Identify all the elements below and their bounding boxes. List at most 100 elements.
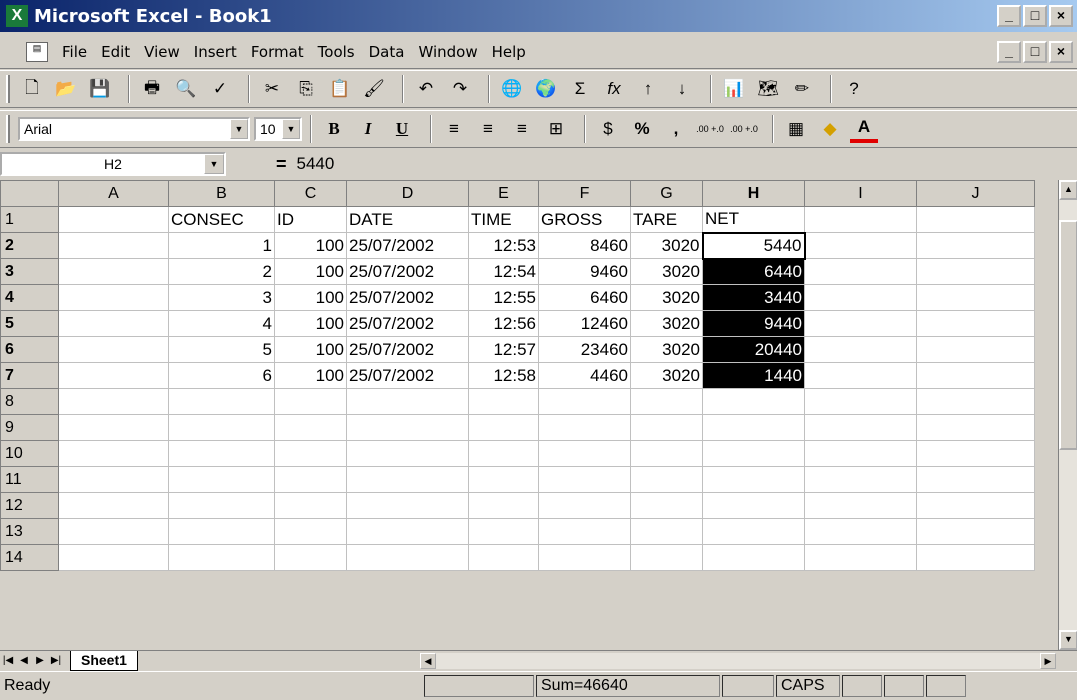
cell[interactable] — [168, 440, 275, 467]
cell[interactable]: 25/07/2002 — [346, 362, 469, 389]
row-header[interactable]: 7 — [0, 362, 59, 389]
cell[interactable] — [702, 440, 805, 467]
cell[interactable] — [630, 518, 703, 545]
cell[interactable] — [58, 336, 169, 363]
cell[interactable] — [804, 466, 917, 493]
maximize-button[interactable]: □ — [1023, 5, 1047, 27]
print-preview-icon[interactable]: 🔍 — [172, 75, 200, 103]
cell[interactable]: 25/07/2002 — [346, 336, 469, 363]
cell[interactable]: 4460 — [538, 362, 631, 389]
selected-cell[interactable]: 1440 — [702, 362, 805, 389]
cell[interactable] — [630, 544, 703, 571]
cell[interactable] — [804, 518, 917, 545]
font-size-select[interactable]: 10 ▼ — [254, 117, 302, 141]
cell[interactable] — [58, 310, 169, 337]
cell[interactable] — [468, 466, 539, 493]
cell[interactable]: 100 — [274, 258, 347, 285]
cell[interactable]: 3020 — [630, 284, 703, 311]
active-cell[interactable]: 5440 — [701, 231, 806, 260]
select-all-corner[interactable] — [0, 180, 59, 207]
cell[interactable] — [58, 388, 169, 415]
increase-decimal-button[interactable]: .00 +.0 — [696, 115, 724, 143]
horizontal-scrollbar[interactable]: ◀ ▶ — [420, 653, 1056, 669]
cell[interactable] — [804, 284, 917, 311]
selected-cell[interactable]: 6440 — [702, 258, 805, 285]
cell[interactable] — [804, 414, 917, 441]
first-sheet-icon[interactable]: |◀ — [0, 652, 16, 670]
row-header[interactable]: 1 — [0, 206, 59, 233]
cell[interactable] — [346, 466, 469, 493]
bold-button[interactable]: B — [320, 115, 348, 143]
cell[interactable]: 3020 — [630, 362, 703, 389]
function-icon[interactable]: fx — [600, 75, 628, 103]
menu-tools[interactable]: Tools — [318, 43, 355, 61]
cell[interactable]: 100 — [274, 336, 347, 363]
cell[interactable] — [804, 232, 917, 259]
cell[interactable] — [58, 466, 169, 493]
row-header[interactable]: 4 — [0, 284, 59, 311]
drawing-icon[interactable]: ✏ — [788, 75, 816, 103]
column-header-c[interactable]: C — [274, 180, 347, 207]
cell[interactable] — [916, 544, 1035, 571]
autosum-icon[interactable]: Σ — [566, 75, 594, 103]
cell[interactable] — [702, 414, 805, 441]
cell[interactable] — [630, 414, 703, 441]
save-icon[interactable]: 💾 — [86, 75, 114, 103]
column-header-e[interactable]: E — [468, 180, 539, 207]
scroll-left-icon[interactable]: ◀ — [420, 653, 436, 669]
cell[interactable] — [804, 492, 917, 519]
new-icon[interactable]: 🗋 — [18, 75, 46, 103]
cell[interactable] — [168, 544, 275, 571]
cell[interactable] — [916, 362, 1035, 389]
italic-button[interactable]: I — [354, 115, 382, 143]
map-icon[interactable]: 🗺 — [754, 75, 782, 103]
column-header-a[interactable]: A — [58, 180, 169, 207]
align-center-icon[interactable]: ≡ — [474, 115, 502, 143]
cell[interactable]: TIME — [468, 206, 539, 233]
cell[interactable] — [274, 414, 347, 441]
row-header[interactable]: 9 — [0, 414, 59, 441]
cell[interactable] — [274, 544, 347, 571]
cell[interactable] — [916, 492, 1035, 519]
copy-icon[interactable]: ⎘ — [292, 75, 320, 103]
cell[interactable] — [916, 206, 1035, 233]
close-button[interactable]: × — [1049, 5, 1073, 27]
cell[interactable] — [804, 336, 917, 363]
row-header[interactable]: 2 — [0, 232, 59, 259]
cell[interactable]: 25/07/2002 — [346, 284, 469, 311]
cell[interactable]: 5 — [168, 336, 275, 363]
cell[interactable] — [274, 440, 347, 467]
cell[interactable] — [804, 258, 917, 285]
cell[interactable]: 12:56 — [468, 310, 539, 337]
menu-edit[interactable]: Edit — [101, 43, 130, 61]
column-header-j[interactable]: J — [916, 180, 1035, 207]
cell[interactable] — [630, 466, 703, 493]
underline-button[interactable]: U — [388, 115, 416, 143]
cell[interactable] — [538, 492, 631, 519]
cell[interactable] — [274, 388, 347, 415]
row-header[interactable]: 3 — [0, 258, 59, 285]
cell[interactable] — [168, 518, 275, 545]
cell[interactable] — [630, 440, 703, 467]
undo-icon[interactable]: ↶ — [412, 75, 440, 103]
toolbar-grip[interactable] — [6, 75, 10, 103]
chevron-down-icon[interactable]: ▼ — [230, 119, 248, 139]
menu-data[interactable]: Data — [369, 43, 405, 61]
cell[interactable] — [58, 414, 169, 441]
sort-ascending-icon[interactable]: ↑ — [634, 75, 662, 103]
cell[interactable] — [168, 492, 275, 519]
cell[interactable]: 12460 — [538, 310, 631, 337]
selected-cell[interactable]: 20440 — [702, 336, 805, 363]
fill-color-icon[interactable]: ◆ — [816, 115, 844, 143]
formula-input[interactable]: 5440 — [297, 154, 335, 174]
cell[interactable]: 100 — [274, 232, 347, 259]
cell[interactable]: 12:54 — [468, 258, 539, 285]
cell[interactable] — [168, 388, 275, 415]
font-color-button[interactable]: A — [850, 115, 878, 143]
cell[interactable] — [804, 544, 917, 571]
column-header-g[interactable]: G — [630, 180, 703, 207]
cell[interactable] — [274, 492, 347, 519]
cell[interactable]: 3020 — [630, 258, 703, 285]
cell[interactable] — [916, 258, 1035, 285]
cell[interactable] — [274, 518, 347, 545]
